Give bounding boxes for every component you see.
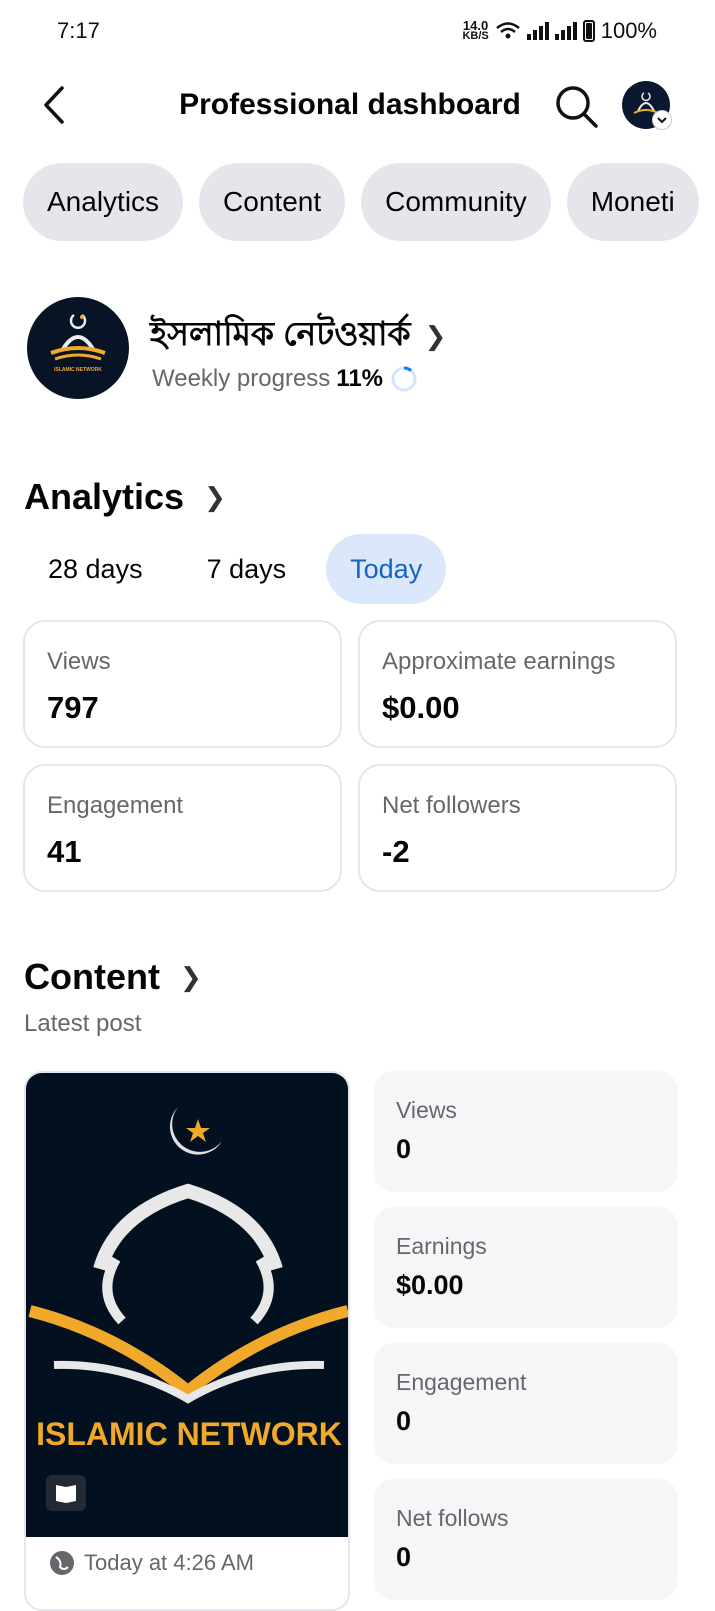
analytics-title: Analytics — [24, 476, 185, 517]
account-switch-button[interactable] — [652, 110, 672, 130]
range-7-days[interactable]: 7 days — [183, 534, 311, 604]
range-28-days[interactable]: 28 days — [24, 534, 167, 604]
post-stat-engagement[interactable]: Engagement 0 — [374, 1343, 678, 1464]
status-icons: 14.0 KB/S 100% — [462, 18, 657, 44]
stat-label: Approximate earnings — [382, 648, 616, 675]
weekly-progress-value: 11% — [336, 365, 384, 392]
globe-icon — [50, 1551, 74, 1575]
battery-level: 100% — [600, 18, 657, 43]
post-time-text: Today at 4:26 AM — [84, 1550, 254, 1575]
stat-value: 41 — [47, 834, 82, 869]
post-stat-earnings[interactable]: Earnings $0.00 — [374, 1207, 678, 1328]
status-time: 7:17 — [57, 18, 100, 43]
stat-engagement[interactable]: Engagement 41 — [23, 764, 342, 892]
stat-views[interactable]: Views 797 — [23, 620, 342, 748]
net-speed-unit: KB/S — [462, 30, 489, 42]
page-name-link[interactable]: ইসলামিক নেটওয়ার্ক ❯ — [150, 308, 446, 364]
tab-analytics[interactable]: Analytics — [23, 163, 184, 241]
date-range-selector: 28 days 7 days Today — [24, 534, 447, 604]
chevron-right-icon: ❯ — [204, 481, 226, 512]
chevron-right-icon: ❯ — [424, 320, 447, 351]
post-stat-value: 0 — [396, 1542, 412, 1572]
post-stat-value: 0 — [396, 1406, 412, 1436]
stat-value: -2 — [382, 834, 410, 869]
mosque-logo-image: ISLAMIC NETWORK — [28, 1107, 348, 1511]
tab-content[interactable]: Content — [199, 163, 346, 241]
stat-label: Net followers — [382, 792, 521, 819]
content-title: Content — [24, 956, 160, 997]
latest-post-card[interactable]: ISLAMIC NETWORK Today at 4:26 AM — [24, 1071, 350, 1611]
post-stat-views[interactable]: Views 0 — [374, 1071, 678, 1192]
post-stat-label: Views — [396, 1097, 457, 1123]
search-button[interactable] — [552, 82, 600, 130]
tab-bar: Analytics Content Community Moneti — [23, 163, 701, 243]
post-stat-label: Earnings — [396, 1233, 487, 1259]
page-name: ইসলামিক নেটওয়ার্ক — [150, 315, 411, 352]
tab-monetization[interactable]: Moneti — [566, 163, 699, 241]
tab-community[interactable]: Community — [361, 163, 551, 241]
content-section-link[interactable]: Content ❯ — [24, 956, 202, 998]
chevron-right-icon: ❯ — [179, 961, 202, 992]
stat-earnings[interactable]: Approximate earnings $0.00 — [358, 620, 677, 748]
progress-ring-icon — [391, 366, 417, 392]
stat-net-followers[interactable]: Net followers -2 — [358, 764, 677, 892]
battery-icon — [582, 20, 595, 42]
latest-post-label: Latest post — [24, 1010, 142, 1037]
analytics-section-link[interactable]: Analytics ❯ — [24, 476, 226, 518]
stat-label: Engagement — [47, 792, 184, 819]
stat-label: Views — [47, 648, 111, 675]
stat-value: $0.00 — [382, 690, 460, 725]
weekly-progress: Weekly progress 11% — [152, 364, 419, 394]
search-icon — [556, 86, 598, 128]
wifi-icon — [495, 22, 520, 39]
post-stat-net-follows[interactable]: Net follows 0 — [374, 1479, 678, 1600]
logo-text: ISLAMIC NETWORK — [54, 367, 102, 373]
mosque-logo-icon: ISLAMIC NETWORK — [50, 313, 106, 373]
post-thumbnail: ISLAMIC NETWORK — [26, 1073, 348, 1537]
post-stat-label: Net follows — [396, 1505, 509, 1531]
net-speed: 14.0 KB/S — [462, 19, 489, 42]
weekly-progress-label: Weekly progress — [152, 365, 331, 392]
post-image-text: ISLAMIC NETWORK — [36, 1416, 342, 1452]
post-time: Today at 4:26 AM — [48, 1549, 254, 1577]
signal-icon-2 — [554, 22, 577, 40]
page-logo[interactable]: ISLAMIC NETWORK — [27, 297, 129, 399]
stat-value: 797 — [47, 690, 99, 725]
post-stat-label: Engagement — [396, 1369, 527, 1395]
signal-icon — [526, 22, 549, 40]
range-today[interactable]: Today — [326, 534, 447, 604]
post-stat-value: $0.00 — [396, 1270, 464, 1300]
chevron-down-icon — [657, 117, 667, 124]
post-stat-value: 0 — [396, 1134, 412, 1164]
